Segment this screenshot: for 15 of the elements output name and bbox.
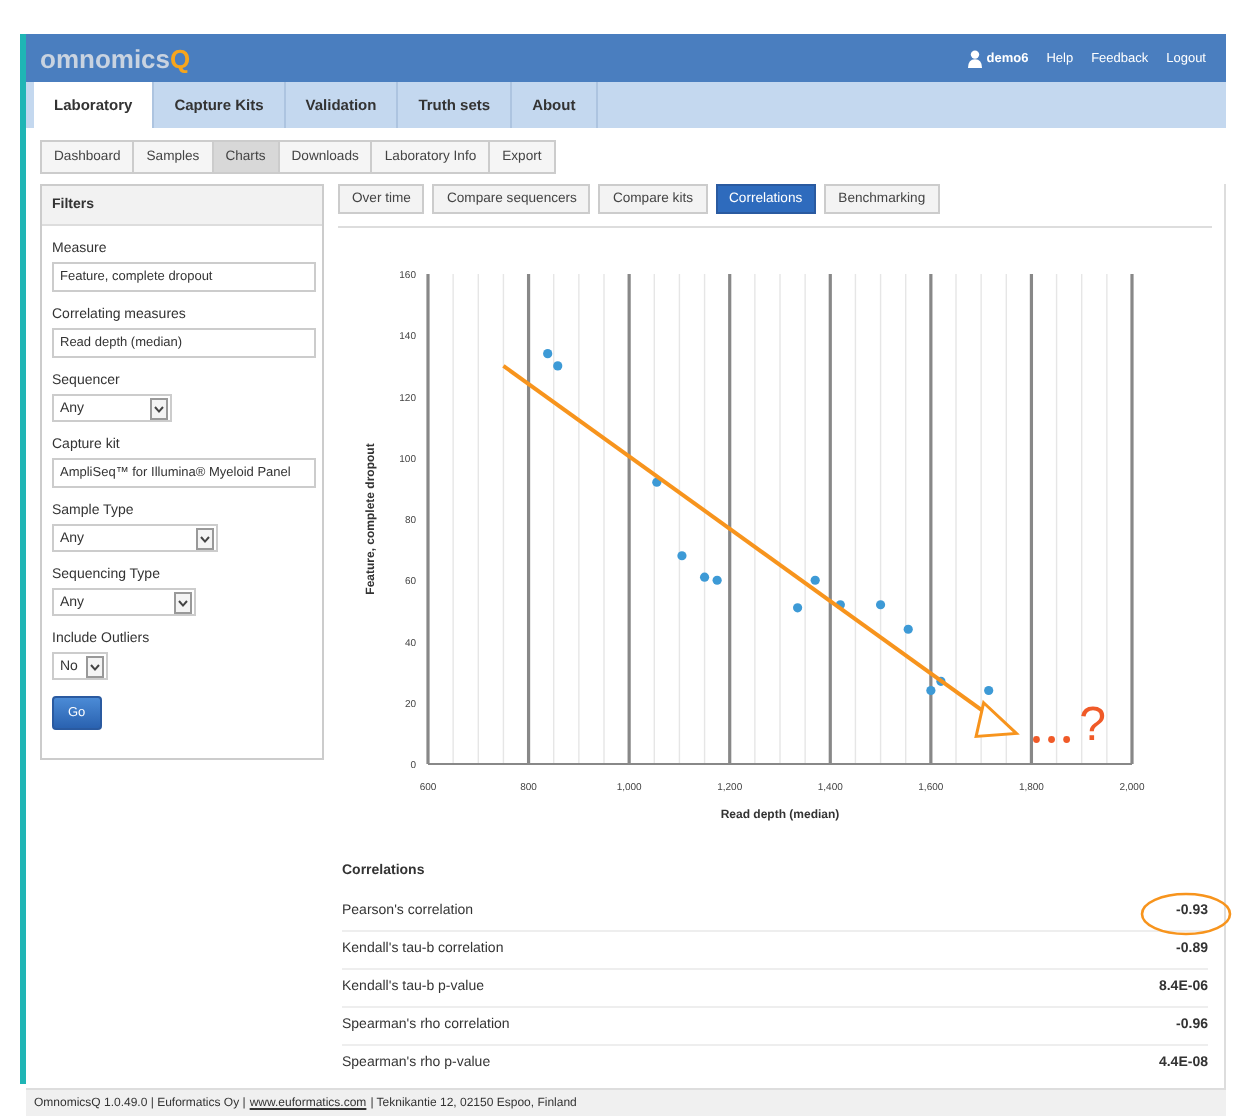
- data-point: [984, 685, 994, 696]
- caret-icon: [196, 527, 214, 549]
- data-point: [677, 551, 687, 561]
- data-point: [652, 477, 662, 487]
- data-point: [793, 603, 803, 613]
- caret-icon: [86, 655, 104, 677]
- data-point: [835, 600, 845, 610]
- caret-icon: [174, 591, 192, 613]
- data-point: [903, 624, 913, 634]
- ellipsis-dots: [1033, 736, 1071, 743]
- data-point: [875, 600, 886, 610]
- question-mark: ?: [1079, 697, 1106, 752]
- data-point: [810, 575, 820, 585]
- caret-icon: [150, 397, 168, 419]
- user-icon: [968, 49, 983, 67]
